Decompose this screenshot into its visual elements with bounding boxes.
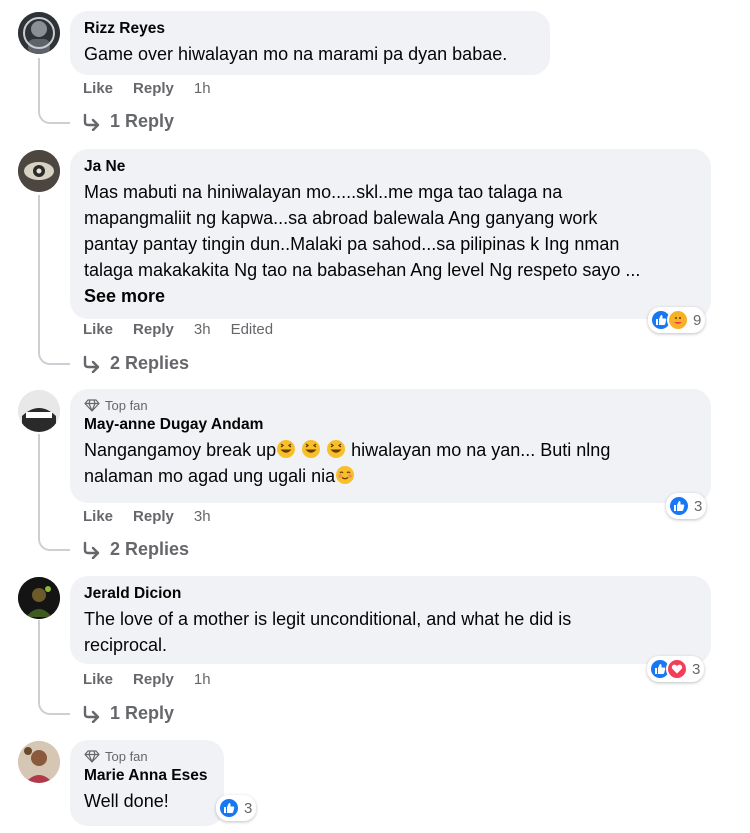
- thread-line: [38, 58, 70, 124]
- comment-timestamp[interactable]: 3h: [194, 321, 211, 338]
- top-fan-diamond-icon: [84, 750, 100, 763]
- comment-text: Game over hiwalayan mo na marami pa dyan…: [84, 44, 508, 64]
- like-reaction-icon: [668, 495, 690, 517]
- like-button[interactable]: Like: [83, 321, 113, 338]
- comment-author[interactable]: Ja Ne: [84, 158, 697, 176]
- comment-text-line: The love of a mother is legit unconditio…: [84, 609, 572, 629]
- comment-text-segment: Nangangamoy break up: [84, 440, 277, 460]
- top-fan-diamond-icon: [84, 399, 100, 412]
- reply-arrow-icon: [83, 541, 100, 559]
- reaction-count: 3: [244, 799, 253, 817]
- reaction-summary[interactable]: 3: [666, 493, 707, 519]
- view-replies-button[interactable]: 2 Replies: [82, 539, 189, 560]
- comment-timestamp[interactable]: 1h: [194, 671, 211, 688]
- care-reaction-icon: [667, 309, 689, 331]
- comment-text-segment: nalaman mo agad ung ugali nia: [84, 466, 336, 486]
- avatar[interactable]: [18, 12, 60, 54]
- reaction-summary[interactable]: 9: [648, 307, 706, 333]
- reply-button[interactable]: Reply: [133, 321, 174, 338]
- comment-text-line: mapangmaliit ng kapwa...sa abroad balewa…: [84, 208, 598, 228]
- reaction-count: 3: [694, 497, 703, 515]
- comment-text-line: Nangangamoy break up hiwalayan mo na yan…: [84, 437, 697, 463]
- comment-text-segment: hiwalayan mo na yan... Buti nlng: [346, 440, 611, 460]
- comment-actions: Like Reply 1h: [83, 671, 211, 688]
- comment-author[interactable]: Jerald Dicion: [84, 585, 697, 603]
- reaction-summary[interactable]: 3: [216, 795, 257, 821]
- reply-button[interactable]: Reply: [133, 508, 174, 525]
- laugh-emoji-icon: [327, 440, 346, 458]
- love-reaction-icon: [666, 658, 688, 680]
- like-button[interactable]: Like: [83, 671, 113, 688]
- comment-bubble: Rizz Reyes Game over hiwalayan mo na mar…: [70, 11, 550, 75]
- reply-arrow-icon: [83, 113, 100, 131]
- replies-label: 1 Reply: [110, 111, 175, 131]
- reply-arrow-icon: [83, 705, 100, 723]
- comment-text: Well done!: [84, 791, 169, 811]
- comment-author[interactable]: Marie Anna Eses: [84, 767, 210, 785]
- replies-label: 1 Reply: [110, 703, 175, 723]
- top-fan-badge: Top fan: [84, 398, 697, 413]
- comment-author[interactable]: May-anne Dugay Andam: [84, 416, 697, 434]
- view-replies-button[interactable]: 1 Reply: [82, 703, 174, 724]
- comment-timestamp[interactable]: 3h: [194, 508, 211, 525]
- like-button[interactable]: Like: [83, 80, 113, 97]
- reaction-summary[interactable]: 3: [647, 656, 705, 682]
- avatar[interactable]: [18, 150, 60, 192]
- comment-author[interactable]: Rizz Reyes: [84, 20, 536, 38]
- laugh-emoji-icon: [302, 440, 321, 458]
- comment-timestamp[interactable]: 1h: [194, 80, 211, 97]
- comment-actions: Like Reply 3h Edited: [83, 321, 273, 338]
- comment-bubble: Ja Ne Mas mabuti na hiniwalayan mo.....s…: [70, 149, 711, 319]
- comment-actions: Like Reply 3h: [83, 508, 211, 525]
- blush-emoji-icon: [336, 466, 355, 484]
- view-replies-button[interactable]: 2 Replies: [82, 353, 189, 374]
- comment-actions: Like Reply 1h: [83, 80, 211, 97]
- replies-label: 2 Replies: [110, 353, 190, 373]
- thread-line: [38, 434, 70, 551]
- edited-label: Edited: [230, 321, 274, 338]
- thread-line: [38, 620, 70, 715]
- comment-bubble: Jerald Dicion The love of a mother is le…: [70, 576, 711, 664]
- like-button[interactable]: Like: [83, 508, 113, 525]
- comment-text-line: Mas mabuti na hiniwalayan mo.....skl..me…: [84, 182, 563, 202]
- see-more-link[interactable]: See more: [84, 283, 697, 309]
- comment-bubble: Top fan Marie Anna Eses Well done!: [70, 740, 224, 826]
- comment-text-line: pantay pantay tingin dun..Malaki pa saho…: [84, 234, 620, 254]
- comment-text-line: talaga makakakita Ng tao na babasehan An…: [84, 260, 641, 280]
- reaction-count: 9: [693, 311, 702, 329]
- top-fan-label: Top fan: [105, 749, 148, 764]
- comment-bubble: Top fan May-anne Dugay Andam Nangangamoy…: [70, 389, 711, 503]
- top-fan-label: Top fan: [105, 398, 148, 413]
- reply-button[interactable]: Reply: [133, 671, 174, 688]
- top-fan-badge: Top fan: [84, 749, 210, 764]
- like-reaction-icon: [218, 797, 240, 819]
- reaction-count: 3: [692, 660, 701, 678]
- comment-text-line: nalaman mo agad ung ugali nia: [84, 463, 697, 489]
- laugh-emoji-icon: [277, 440, 296, 458]
- replies-label: 2 Replies: [110, 539, 190, 559]
- avatar[interactable]: [18, 741, 60, 783]
- avatar[interactable]: [18, 577, 60, 619]
- view-replies-button[interactable]: 1 Reply: [82, 111, 174, 132]
- comment-text-line: reciprocal.: [84, 635, 168, 655]
- avatar[interactable]: [18, 390, 60, 432]
- reply-button[interactable]: Reply: [133, 80, 174, 97]
- reply-arrow-icon: [83, 355, 100, 373]
- thread-line: [38, 195, 70, 365]
